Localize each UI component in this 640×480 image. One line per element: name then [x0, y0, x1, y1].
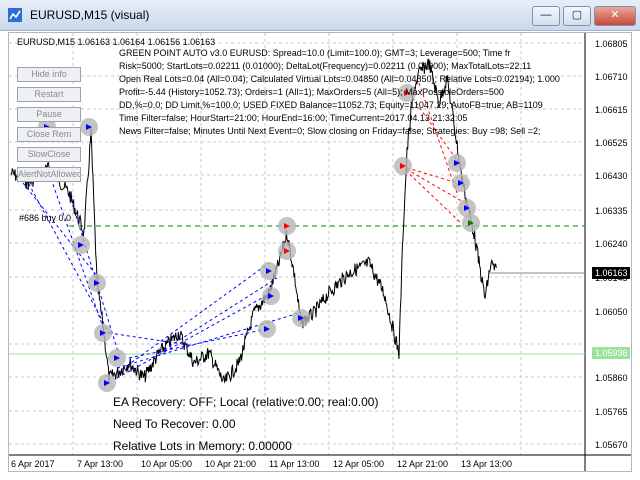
restore-button[interactable]: ▢: [563, 6, 591, 26]
time-tick-label: 6 Apr 2017: [11, 459, 55, 469]
recovery-status: EA Recovery: OFF; Local (relative:0.00; …: [113, 395, 379, 409]
green-level-badge: 1.05936: [592, 347, 630, 359]
trade-connector-line: [116, 312, 300, 369]
trade-connector-line: [158, 277, 278, 354]
info-line: Risk=5000; StartLots=0.02211 (0.01000); …: [119, 61, 532, 71]
slow-close-button[interactable]: SlowClose: [17, 147, 81, 162]
info-line: DD,%=0.0; DD Limit,%=100.0; USED FIXED B…: [119, 100, 543, 110]
price-tick-label: 1.05860: [595, 373, 628, 383]
alert-not-allowed-button[interactable]: AlertNotAllowed: [17, 167, 81, 182]
price-tick-label: 1.06240: [595, 239, 628, 249]
close-button[interactable]: ✕: [594, 6, 636, 26]
info-line: News Filter=false; Minutes Until Next Ev…: [119, 126, 541, 136]
restart-button[interactable]: Restart: [17, 87, 81, 102]
price-tick-label: 1.06615: [595, 105, 628, 115]
time-tick-label: 13 Apr 13:00: [461, 459, 513, 469]
relative-lots-memory: Relative Lots in Memory: 0.00000: [113, 439, 292, 453]
need-to-recover: Need To Recover: 0.00: [113, 417, 236, 431]
time-tick-label: 12 Apr 05:00: [333, 459, 385, 469]
info-line: Profit=-5.44 (History=1052.73); Orders=1…: [119, 87, 504, 97]
price-tick-label: 1.06525: [595, 138, 628, 148]
price-tick-label: 1.06710: [595, 72, 628, 82]
price-tick-label: 1.06050: [595, 307, 628, 317]
close-rem-button[interactable]: Close Rem: [17, 127, 81, 142]
time-tick-label: 11 Apr 13:00: [269, 459, 320, 469]
window-titlebar[interactable]: EURUSD,M15 (visual) — ▢ ✕: [0, 0, 640, 31]
info-line: GREEN POINT AUTO v3.0 EURUSD: Spread=10.…: [119, 48, 511, 58]
info-line: Open Real Lots=0.04 (All=0.04); Calculat…: [119, 74, 560, 84]
price-tick-label: 1.06430: [595, 171, 628, 181]
trade-connector-line: [116, 262, 270, 374]
time-tick-label: 12 Apr 21:00: [397, 459, 449, 469]
window-title: EURUSD,M15 (visual): [30, 8, 150, 22]
symbol-ohlc-label: EURUSD,M15 1.06163 1.06164 1.06156 1.061…: [17, 37, 216, 47]
time-tick-label: 10 Apr 21:00: [205, 459, 257, 469]
time-tick-label: 10 Apr 05:00: [141, 459, 193, 469]
info-line: Time Filter=false; HourStart=21:00; Hour…: [119, 113, 468, 123]
price-tick-label: 1.06335: [595, 206, 628, 216]
time-tick-label: 7 Apr 13:00: [77, 459, 124, 469]
price-tick-label: 1.06805: [595, 39, 628, 49]
hide-info-button[interactable]: Hide info: [17, 67, 81, 82]
trade-connector-line: [116, 292, 272, 379]
price-chart[interactable]: EURUSD,M15 1.06163 1.06164 1.06156 1.061…: [8, 32, 632, 472]
price-tick-label: 1.05670: [595, 440, 628, 450]
price-tick-label: 1.05765: [595, 407, 628, 417]
trade-connector-line: [22, 182, 102, 282]
chart-app-icon: [8, 8, 22, 22]
pause-button[interactable]: Pause: [17, 107, 81, 122]
trade-order-label: #686 buy 0.0: [19, 213, 72, 223]
minimize-button[interactable]: —: [532, 6, 560, 26]
current-price-badge: 1.06163: [592, 267, 630, 279]
